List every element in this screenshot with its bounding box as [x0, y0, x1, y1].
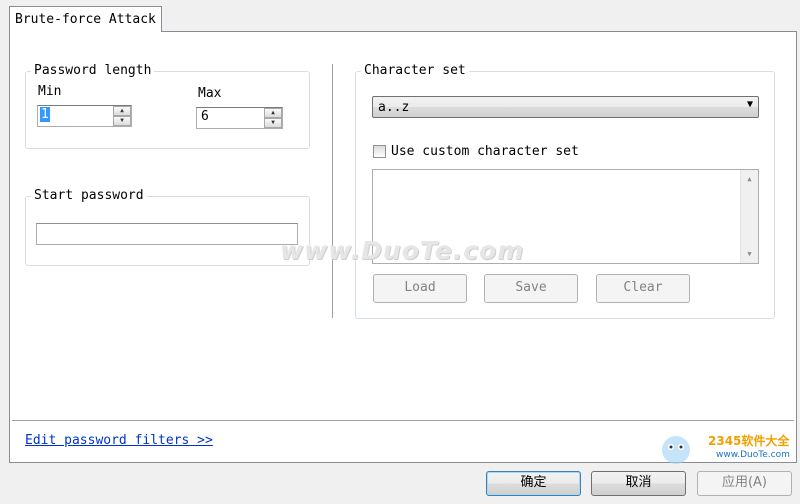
max-length-spinner[interactable]: 6 ▲ ▼: [196, 107, 283, 129]
custom-charset-checkbox[interactable]: [373, 145, 386, 158]
site-logo: 2345软件大全 www.DuoTe.com: [650, 430, 800, 470]
logo-brand: 2345软件大全: [708, 434, 790, 448]
tab-label: Brute-force Attack: [15, 12, 156, 27]
footer-divider: [12, 420, 794, 421]
character-set-dropdown[interactable]: a..z ▼: [372, 96, 759, 118]
max-label: Max: [198, 86, 222, 101]
duote-watermark: www.DuoTe.com: [280, 236, 525, 265]
tab-brute-force-attack[interactable]: Brute-force Attack: [9, 6, 162, 32]
min-length-spinner[interactable]: 1 ▲ ▼: [37, 105, 132, 127]
character-set-legend: Character set: [361, 63, 469, 78]
apply-button[interactable]: 应用(A): [697, 471, 792, 496]
start-password-input[interactable]: [36, 223, 298, 245]
custom-charset-label[interactable]: Use custom character set: [391, 144, 579, 159]
mascot-icon: [662, 436, 690, 464]
start-password-legend: Start password: [31, 188, 147, 203]
load-button[interactable]: Load: [373, 274, 467, 303]
max-spin-buttons: ▲ ▼: [264, 108, 282, 128]
min-spin-up-button[interactable]: ▲: [113, 106, 131, 116]
chevron-down-icon: ▼: [746, 99, 753, 110]
max-spin-up-button[interactable]: ▲: [264, 108, 282, 118]
ok-button[interactable]: 确定: [486, 471, 581, 496]
min-length-value[interactable]: 1: [40, 107, 50, 122]
textarea-scrollbar[interactable]: ▲ ▼: [740, 170, 758, 263]
scroll-down-icon[interactable]: ▼: [741, 250, 758, 258]
logo-url: www.DuoTe.com: [716, 450, 790, 460]
clear-button[interactable]: Clear: [596, 274, 690, 303]
cancel-button[interactable]: 取消: [591, 471, 686, 496]
min-spin-down-button[interactable]: ▼: [113, 116, 131, 126]
min-label: Min: [38, 84, 62, 99]
save-button[interactable]: Save: [484, 274, 578, 303]
max-spin-down-button[interactable]: ▼: [264, 118, 282, 128]
column-divider: [332, 64, 333, 318]
scroll-up-icon[interactable]: ▲: [741, 175, 758, 183]
password-length-legend: Password length: [31, 63, 155, 78]
character-set-selected: a..z: [378, 100, 410, 115]
edit-password-filters-link[interactable]: Edit password filters >>: [25, 433, 213, 448]
min-spin-buttons: ▲ ▼: [113, 106, 131, 126]
max-length-value[interactable]: 6: [201, 109, 209, 124]
